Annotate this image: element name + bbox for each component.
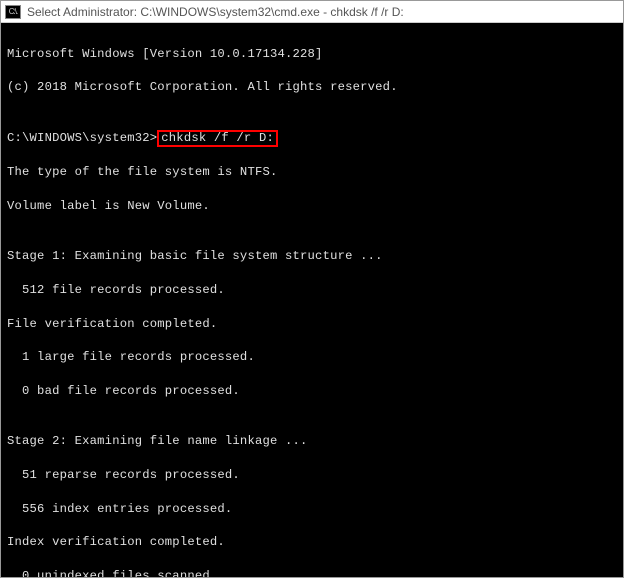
prompt-path: C:\WINDOWS\system32> <box>7 131 157 145</box>
output-line: 512 file records processed. <box>7 282 617 299</box>
output-line: Index verification completed. <box>7 534 617 551</box>
output-line: The type of the file system is NTFS. <box>7 164 617 181</box>
cmd-icon: C:\. <box>5 5 21 19</box>
window-titlebar[interactable]: C:\. Select Administrator: C:\WINDOWS\sy… <box>1 1 623 23</box>
output-line: Volume label is New Volume. <box>7 198 617 215</box>
output-line: Stage 1: Examining basic file system str… <box>7 248 617 265</box>
output-line: 0 unindexed files scanned. <box>7 568 617 577</box>
terminal-output[interactable]: Microsoft Windows [Version 10.0.17134.22… <box>1 23 623 577</box>
output-line: (c) 2018 Microsoft Corporation. All righ… <box>7 79 617 96</box>
prompt-line: C:\WINDOWS\system32>chkdsk /f /r D: <box>7 130 617 147</box>
output-line: 0 bad file records processed. <box>7 383 617 400</box>
output-line: 556 index entries processed. <box>7 501 617 518</box>
output-line: Stage 2: Examining file name linkage ... <box>7 433 617 450</box>
window-title: Select Administrator: C:\WINDOWS\system3… <box>27 5 404 19</box>
output-line: File verification completed. <box>7 316 617 333</box>
output-line: Microsoft Windows [Version 10.0.17134.22… <box>7 46 617 63</box>
output-line: 1 large file records processed. <box>7 349 617 366</box>
command-highlight: chkdsk /f /r D: <box>157 130 278 147</box>
output-line: 51 reparse records processed. <box>7 467 617 484</box>
